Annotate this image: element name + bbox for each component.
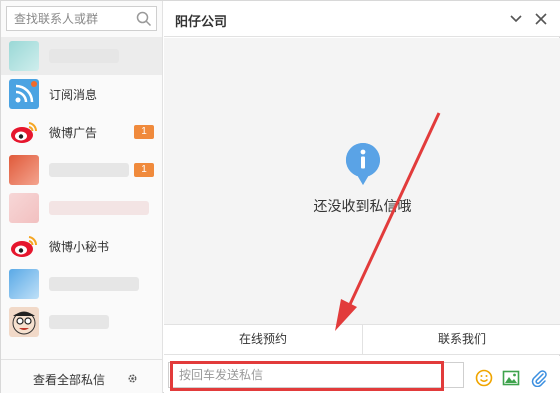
chat-window: 订阅消息 微博广告 1 [0,0,560,393]
chevron-down-icon[interactable] [509,12,523,26]
info-icon [345,143,380,185]
list-item-subscriptions[interactable]: 订阅消息 [1,75,162,113]
emoji-icon[interactable] [475,369,493,387]
image-icon[interactable] [502,369,520,387]
chat-header: 阳仔公司 [164,1,560,37]
unread-badge: 1 [134,125,154,139]
contact-us-button[interactable]: 联系我们 [362,325,560,354]
list-item-label: 微博小秘书 [49,239,110,254]
view-all-messages-link[interactable]: 查看全部私信 [33,371,105,388]
blurred-name [49,277,139,291]
blurred-name [49,49,119,63]
composer [164,356,560,393]
blurred-name [49,201,149,215]
list-item-weibo-ads[interactable]: 微博广告 1 [1,113,162,151]
close-icon[interactable] [534,12,548,26]
list-item[interactable] [1,37,162,75]
conversation-sidebar: 订阅消息 微博广告 1 [1,1,163,393]
blurred-name [49,163,129,177]
avatar [9,269,39,299]
weibo-icon [9,231,39,261]
unread-dot [31,81,37,87]
page-title: 阳仔公司 [175,14,228,29]
weibo-icon [9,117,39,147]
list-item-weibo-secretary[interactable]: 微博小秘书 [1,227,162,265]
empty-state-text: 还没收到私信哦 [313,198,412,214]
list-item-label: 订阅消息 [49,87,98,102]
search-input[interactable] [7,7,129,30]
avatar [9,41,39,71]
blurred-name [49,315,109,329]
online-booking-button[interactable]: 在线预约 [164,325,362,354]
avatar [9,307,39,337]
list-item[interactable] [1,265,162,303]
sidebar-footer: 查看全部私信 [1,359,162,393]
unread-badge: 1 [134,163,154,177]
message-input[interactable] [169,363,463,387]
conversation-list: 订阅消息 微博广告 1 1 微博小秘书 [1,37,162,341]
attachment-icon[interactable] [530,369,548,387]
rss-icon [9,79,39,109]
avatar [9,155,39,185]
list-item-label: 微博广告 [49,125,98,140]
message-field[interactable] [168,362,464,388]
avatar [9,193,39,223]
message-area: 还没收到私信哦 [164,38,560,324]
list-item[interactable] [1,189,162,227]
quick-actions: 在线预约 联系我们 [164,324,560,355]
chat-panel: 阳仔公司 还没收到私信哦 在线预约 联系我们 [164,1,560,393]
search-icon[interactable] [135,10,153,28]
search-box[interactable] [6,6,157,31]
list-item[interactable] [1,303,162,341]
gear-icon[interactable] [127,373,138,384]
list-item[interactable]: 1 [1,151,162,189]
